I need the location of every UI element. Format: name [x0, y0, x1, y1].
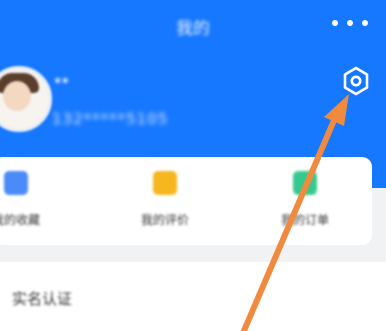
- settings-gear-icon[interactable]: [338, 63, 374, 99]
- shortcut-label: 我的订单: [280, 213, 329, 227]
- order-icon: [293, 171, 317, 195]
- more-icon[interactable]: [332, 18, 368, 28]
- collection-icon: [4, 171, 28, 195]
- list-item-real-name[interactable]: 实名认证: [0, 262, 386, 331]
- avatar[interactable]: [0, 66, 52, 132]
- user-name: **: [54, 74, 69, 92]
- shortcut-collection[interactable]: 我的收藏: [0, 171, 76, 228]
- shortcut-card: 我的收藏 我的评价 我的订单: [0, 157, 372, 245]
- shortcut-review[interactable]: 我的评价: [105, 171, 225, 228]
- user-phone: 132*****5105: [52, 110, 169, 128]
- review-icon: [153, 171, 177, 195]
- page-title: 我的: [176, 19, 210, 39]
- list-item-label: 实名认证: [12, 290, 73, 308]
- shortcut-label: 我的评价: [140, 213, 189, 227]
- shortcut-label: 我的收藏: [0, 213, 40, 227]
- shortcut-order[interactable]: 我的订单: [245, 171, 365, 228]
